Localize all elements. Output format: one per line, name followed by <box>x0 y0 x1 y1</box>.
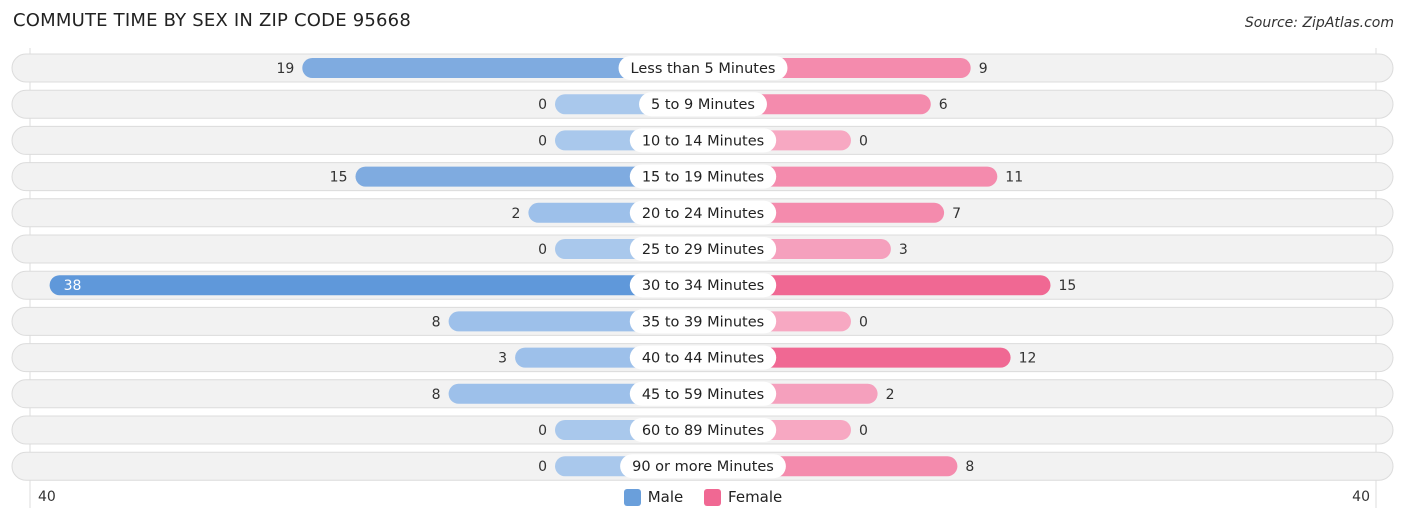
value-label-male: 0 <box>538 97 547 113</box>
value-label-female: 7 <box>952 206 961 222</box>
value-label-female: 9 <box>979 61 988 77</box>
value-label-male: 3 <box>498 351 507 367</box>
value-label-female: 3 <box>899 242 908 258</box>
category-label: 90 or more Minutes <box>632 459 774 475</box>
category-label: 10 to 14 Minutes <box>642 133 764 149</box>
value-label-female: 15 <box>1059 278 1077 294</box>
value-label-female: 11 <box>1005 170 1023 186</box>
category-label: 40 to 44 Minutes <box>642 351 764 367</box>
category-label: 25 to 29 Minutes <box>642 242 764 258</box>
category-label: 35 to 39 Minutes <box>642 314 764 330</box>
value-label-female: 6 <box>939 97 948 113</box>
legend-male-label: Male <box>647 488 684 506</box>
value-label-female: 8 <box>965 459 974 475</box>
legend-item-female: Female <box>704 488 782 506</box>
value-label-male: 0 <box>538 133 547 149</box>
value-label-female: 0 <box>859 423 868 439</box>
legend-item-male: Male <box>623 488 684 506</box>
legend-female-label: Female <box>728 488 783 506</box>
chart-canvas: 19 9 Less than 5 Minutes 0 6 5 to 9 Minutes 0 0… <box>11 48 1394 508</box>
value-label-male: 8 <box>432 387 441 403</box>
category-label: 45 to 59 Minutes <box>642 387 764 403</box>
male-swatch <box>623 488 641 506</box>
value-label-female: 12 <box>1019 351 1037 367</box>
category-label: Less than 5 Minutes <box>631 61 776 77</box>
value-label-female: 2 <box>886 387 895 403</box>
female-swatch <box>704 488 722 506</box>
value-label-female: 0 <box>859 314 868 330</box>
category-label: 30 to 34 Minutes <box>642 278 764 294</box>
value-label-male: 15 <box>330 170 348 186</box>
value-label-male: 38 <box>64 278 82 294</box>
value-label-male: 8 <box>432 314 441 330</box>
bar-male <box>49 275 704 296</box>
category-label: 15 to 19 Minutes <box>642 170 764 186</box>
category-label: 60 to 89 Minutes <box>642 423 764 439</box>
category-label: 20 to 24 Minutes <box>642 206 764 222</box>
legend: Male Female <box>0 488 1406 510</box>
value-label-male: 19 <box>276 61 294 77</box>
value-label-male: 0 <box>538 459 547 475</box>
value-label-female: 0 <box>859 133 868 149</box>
category-label: 5 to 9 Minutes <box>651 97 755 113</box>
value-label-male: 2 <box>511 206 520 222</box>
value-label-male: 0 <box>538 242 547 258</box>
value-label-male: 0 <box>538 423 547 439</box>
